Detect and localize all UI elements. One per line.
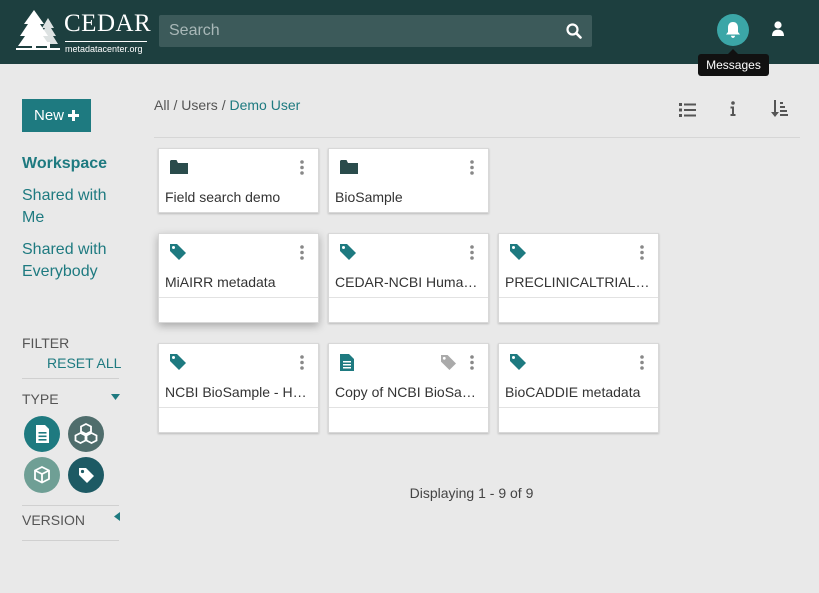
folder-icon [170,160,188,174]
more-options-icon[interactable] [470,160,474,175]
type-filter-template[interactable] [24,416,60,452]
card-title: MiAIRR metadata [165,274,276,290]
folder-icon [340,160,358,174]
card-footer [499,297,658,298]
more-options-icon[interactable] [300,245,304,260]
version-heading[interactable]: VERSION [22,512,85,528]
plus-icon [68,110,79,121]
user-icon[interactable] [771,21,785,37]
folder-card[interactable]: BioSample [328,148,489,213]
sidebar-item-workspace[interactable]: Workspace [22,153,122,175]
new-button[interactable]: New [22,99,91,132]
search-input[interactable] [159,15,554,47]
messages-button[interactable] [717,14,749,46]
type-filter-field[interactable] [24,457,60,493]
tag-icon [170,354,186,370]
card-title: Copy of NCBI BioSample [335,384,483,400]
metadata-card[interactable]: NCBI BioSample - Human [158,343,319,433]
filter-heading: FILTER [22,335,70,351]
tag-icon [510,354,526,370]
more-options-icon[interactable] [300,355,304,370]
sidebar-item-shared-with-me[interactable]: Shared with Me [22,185,122,229]
tag-icon [510,244,526,260]
tag-icon [170,244,186,260]
card-footer [329,407,488,408]
bell-icon [726,22,740,38]
more-options-icon[interactable] [470,245,474,260]
card-title: BioCADDIE metadata [505,384,641,400]
logo-subtext: metadatacenter.org [65,44,143,54]
list-view-icon[interactable] [679,103,696,117]
logo-text: CEDAR [64,10,152,37]
info-icon[interactable] [730,101,736,116]
breadcrumb-users[interactable]: Users [181,97,218,113]
card-title: PRECLINICALTRIALS.EU [505,274,653,290]
tag-icon [340,244,356,260]
card-title: NCBI BioSample - Human [165,384,313,400]
breadcrumb-separator: / [173,97,178,113]
folder-card[interactable]: Field search demo [158,148,319,213]
metadata-card[interactable]: BioCADDIE metadata [498,343,659,433]
more-options-icon[interactable] [640,245,644,260]
card-title: CEDAR-NCBI Human Tissue [335,274,483,290]
more-options-icon[interactable] [470,355,474,370]
card-footer [499,407,658,408]
display-count: Displaying 1 - 9 of 9 [409,485,534,501]
breadcrumb-separator: / [221,97,226,113]
search-bar [159,15,592,47]
breadcrumb-all[interactable]: All [154,97,170,113]
document-icon [36,425,49,443]
cedar-logo[interactable]: CEDAR metadatacenter.org [16,8,152,58]
type-heading[interactable]: TYPE [22,391,59,407]
top-navbar: CEDAR metadatacenter.org [0,0,819,64]
metadata-card[interactable]: MiAIRR metadata [158,233,319,323]
breadcrumb: All / Users / Demo User [154,97,300,113]
type-filter-instance[interactable] [68,457,104,493]
breadcrumb-current[interactable]: Demo User [229,97,300,113]
cube-icon [34,465,50,484]
sidebar-item-shared-with-everybody[interactable]: Shared with Everybody [22,239,122,283]
cubes-icon [74,422,98,445]
sort-icon[interactable] [771,100,788,118]
type-divider [22,505,119,506]
template-card[interactable]: Copy of NCBI BioSample [328,343,489,433]
caret-down-icon[interactable] [111,394,120,400]
more-options-icon[interactable] [300,160,304,175]
filter-divider [22,378,119,379]
card-title: Field search demo [165,189,281,205]
card-footer [159,407,318,408]
card-footer [159,297,318,298]
document-icon [340,354,354,371]
tag-icon [79,468,94,483]
card-title: BioSample [335,189,403,205]
tag-icon[interactable] [441,355,456,370]
version-divider [22,540,119,541]
messages-tooltip: Messages [698,49,769,76]
main-divider [154,137,800,138]
new-button-label: New [33,107,64,124]
metadata-card[interactable]: PRECLINICALTRIALS.EU [498,233,659,323]
tree-logo-icon [16,10,60,50]
more-options-icon[interactable] [640,355,644,370]
search-icon[interactable] [566,23,582,39]
caret-left-icon[interactable] [114,512,120,521]
reset-all-link[interactable]: RESET ALL [47,355,121,371]
metadata-card[interactable]: CEDAR-NCBI Human Tissue [328,233,489,323]
card-footer [329,297,488,298]
type-filter-element[interactable] [68,416,104,452]
logo-divider [65,41,147,42]
